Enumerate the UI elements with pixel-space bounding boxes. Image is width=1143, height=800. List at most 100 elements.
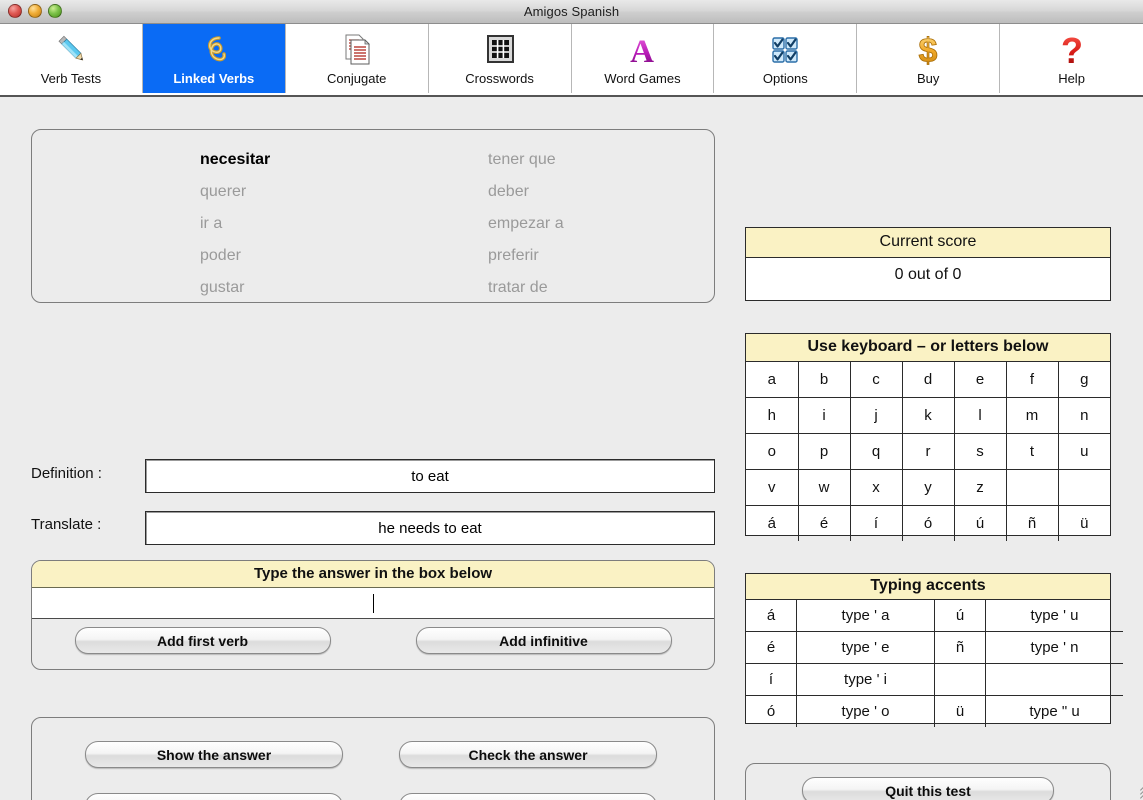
verb-item-poder[interactable]: poder (32, 247, 292, 265)
key-c[interactable]: c (850, 362, 903, 398)
key-i-acute[interactable]: í (850, 505, 903, 541)
keyboard-row: h i j k l m n (746, 397, 1110, 434)
key-b[interactable]: b (798, 362, 851, 398)
tab-label: Verb Tests (40, 71, 102, 86)
resize-grip[interactable] (1127, 782, 1143, 800)
accent-hint: type " u (1029, 703, 1080, 720)
window-controls (8, 4, 62, 18)
key-z[interactable]: z (954, 469, 1007, 506)
close-button[interactable] (8, 4, 22, 18)
verb-row: necesitar tener que (32, 144, 714, 176)
key-a-acute[interactable]: á (746, 505, 799, 541)
key-j[interactable]: j (850, 397, 903, 434)
key-a[interactable]: a (746, 362, 799, 398)
review-last-test-verb-button[interactable]: Review last test verb (85, 793, 343, 800)
key-o-acute[interactable]: ó (902, 505, 955, 541)
key-p[interactable]: p (798, 433, 851, 470)
key-u-acute[interactable]: ú (954, 505, 1007, 541)
minimize-button[interactable] (28, 4, 42, 18)
question-mark-icon: ? (1052, 28, 1092, 70)
key-e[interactable]: e (954, 362, 1007, 398)
key-g[interactable]: g (1058, 362, 1110, 398)
verb-row: ir a empezar a (32, 208, 714, 240)
tab-label: Help (1058, 71, 1085, 86)
toolbar: Verb Tests Linked Verbs Conjugate Crossw… (0, 24, 1143, 97)
verb-item-ir-a[interactable]: ir a (32, 215, 292, 233)
current-score-value: 0 out of 0 (894, 266, 962, 283)
keyboard-row: a b c d e f g (746, 362, 1110, 398)
zoom-button[interactable] (48, 4, 62, 18)
checkboxes-icon (765, 28, 805, 70)
clear-input-button[interactable]: Clear input (399, 793, 657, 800)
key-u-umlaut[interactable]: ü (1058, 506, 1110, 542)
key-y[interactable]: y (902, 469, 955, 506)
onscreen-keyboard-box: Use keyboard – or letters below a b c d … (745, 333, 1111, 541)
key-k[interactable]: k (902, 397, 955, 434)
tab-conjugate[interactable]: Conjugate (286, 24, 429, 93)
svg-text:$: $ (919, 32, 938, 69)
tab-help[interactable]: ? Help (1000, 24, 1143, 93)
key-s[interactable]: s (954, 433, 1007, 470)
pencil-icon (51, 28, 91, 70)
key-m[interactable]: m (1006, 397, 1059, 434)
tab-linked-verbs[interactable]: Linked Verbs (142, 24, 286, 93)
accent-char: ñ (934, 631, 986, 664)
key-d[interactable]: d (902, 362, 955, 398)
table-row: ó type ' o ü type " u (746, 695, 1123, 727)
tab-crosswords[interactable]: Crosswords (429, 24, 572, 93)
text-caret (372, 593, 374, 613)
verb-row: poder preferir (32, 240, 714, 272)
verb-item-querer[interactable]: querer (32, 183, 292, 201)
typing-accents-title: Typing accents (746, 574, 1110, 600)
accent-char: é (746, 631, 797, 664)
actions-panel: Show the answer Check the answer Review … (31, 717, 715, 800)
verb-item-deber[interactable]: deber (292, 183, 529, 201)
key-n-tilde[interactable]: ñ (1006, 505, 1059, 541)
quit-this-test-button[interactable]: Quit this test (802, 777, 1054, 800)
verb-item-necesitar[interactable]: necesitar (32, 151, 292, 169)
title-bar: Amigos Spanish (0, 0, 1143, 24)
key-v[interactable]: v (746, 469, 799, 506)
tab-options[interactable]: Options (714, 24, 858, 93)
key-u[interactable]: u (1058, 433, 1110, 470)
keyboard-grid: a b c d e f g h i j k l m n o p q r s t … (746, 362, 1110, 541)
accent-char: ó (746, 695, 797, 727)
key-l[interactable]: l (954, 397, 1007, 434)
accent-hint: type ' o (796, 695, 935, 727)
tab-buy[interactable]: $ Buy (857, 24, 1001, 93)
definition-label: Definition : (31, 465, 102, 482)
documents-icon (337, 28, 377, 70)
key-r[interactable]: r (902, 433, 955, 470)
verb-item-preferir[interactable]: preferir (292, 247, 539, 265)
tab-word-games[interactable]: A Word Games (572, 24, 715, 93)
key-x[interactable]: x (850, 469, 903, 506)
key-e-acute[interactable]: é (798, 505, 851, 541)
verb-item-tratar-de[interactable]: tratar de (292, 279, 548, 297)
key-q[interactable]: q (850, 433, 903, 470)
tab-label: Buy (916, 71, 940, 86)
key-w[interactable]: w (798, 469, 851, 506)
tab-label: Conjugate (327, 71, 387, 86)
answer-input[interactable] (32, 588, 714, 619)
keyboard-row: v w x y z (746, 469, 1110, 506)
verb-item-empezar-a[interactable]: empezar a (292, 215, 564, 233)
add-first-verb-button[interactable]: Add first verb (74, 627, 331, 654)
accent-char: í (746, 663, 797, 696)
add-infinitive-button[interactable]: Add infinitive (415, 627, 672, 654)
definition-field[interactable]: to eat (145, 459, 715, 493)
key-t[interactable]: t (1006, 433, 1059, 470)
key-o[interactable]: o (746, 433, 799, 470)
table-row: í type ' i (746, 663, 1123, 696)
accent-hint: type ' n (985, 631, 1123, 664)
verb-item-gustar[interactable]: gustar (32, 279, 292, 297)
key-i[interactable]: i (798, 397, 851, 434)
show-answer-button[interactable]: Show the answer (85, 741, 343, 768)
translate-field[interactable]: he needs to eat (145, 511, 715, 545)
keyboard-title: Use keyboard – or letters below (746, 334, 1110, 362)
key-h[interactable]: h (746, 397, 799, 434)
key-n[interactable]: n (1058, 397, 1110, 434)
check-answer-button[interactable]: Check the answer (399, 741, 657, 768)
verb-item-tener-que[interactable]: tener que (292, 151, 556, 169)
key-f[interactable]: f (1006, 362, 1059, 398)
tab-verb-tests[interactable]: Verb Tests (0, 24, 143, 93)
